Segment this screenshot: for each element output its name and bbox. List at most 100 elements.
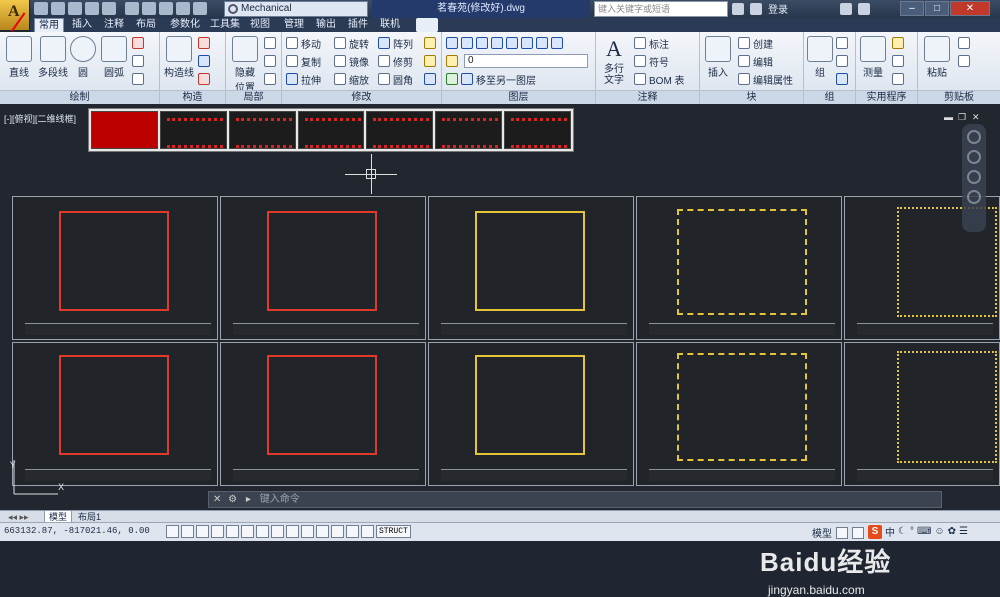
workspace-selector[interactable]: Mechanical [224, 1, 368, 17]
layer-light-icon[interactable] [446, 54, 458, 68]
construct-offset-tool[interactable] [198, 54, 210, 68]
dyn-toggle[interactable] [301, 525, 314, 538]
copy-button[interactable]: 复制 [286, 54, 321, 69]
tab-online[interactable]: 联机 [376, 18, 404, 32]
close-command-icon[interactable]: ✕ [209, 494, 225, 505]
viewport-minimize[interactable]: ▬ [944, 112, 954, 122]
create-block-button[interactable]: 创建 [738, 36, 773, 51]
redo-icon[interactable] [159, 2, 173, 15]
exchange-icon[interactable] [840, 2, 852, 15]
panel-label-construct[interactable]: 构造 [160, 90, 225, 104]
viewport-restore[interactable]: ❐ [958, 112, 968, 122]
symbol-button[interactable]: 符号 [634, 54, 669, 69]
recent-commands-icon[interactable]: ▸ [246, 494, 251, 505]
utility-tool-2[interactable] [892, 54, 904, 68]
tab-toolsets[interactable]: 工具集 [206, 18, 244, 32]
ime-keyboard-icon[interactable]: ⌨ [917, 526, 931, 537]
otrack-toggle[interactable] [271, 525, 284, 538]
panel-label-modify[interactable]: 修改 [282, 90, 441, 104]
layer-lock-icon[interactable] [521, 37, 533, 49]
group-edit-button[interactable] [836, 54, 848, 68]
xline-button[interactable]: 构造线 [164, 36, 194, 79]
search-input[interactable]: 键入关键字或短语 [594, 1, 728, 17]
tab-parametric[interactable]: 参数化 [166, 18, 204, 32]
tab-layout[interactable]: 布局 [132, 18, 160, 32]
stretch-button[interactable]: 拉伸 [286, 72, 321, 87]
command-line[interactable]: ✕ ⚙ ▸ 键入命令 [208, 491, 942, 508]
layer-previous-icon[interactable] [551, 37, 563, 49]
selection-cycling-toggle[interactable] [361, 525, 374, 538]
layer-freeze-icon[interactable] [506, 37, 518, 49]
move-button[interactable]: 移动 [286, 36, 321, 51]
ime-user-icon[interactable]: ☺ [934, 526, 944, 537]
panel-label-detail[interactable]: 局部 [226, 90, 281, 104]
panel-label-clipboard[interactable]: 剪贴板 [918, 90, 1000, 104]
model-space-button[interactable]: 模型 [812, 525, 832, 540]
tab-insert[interactable]: 插入 [68, 18, 96, 32]
wrench-icon[interactable]: ⚙ [228, 494, 237, 505]
maximize-button[interactable]: □ [925, 1, 949, 16]
orbit-icon[interactable] [967, 190, 981, 204]
drawing-canvas[interactable]: [-][俯视][二维线框] ▬ ❐ ✕ Y X ✕ ⚙ ▸ 键入命令 Baidu… [0, 104, 1000, 597]
tab-home[interactable]: 常用 [34, 18, 64, 32]
tab-view[interactable]: 视图 [246, 18, 274, 32]
snap-toggle[interactable] [181, 525, 194, 538]
dimension-button[interactable]: 标注 [634, 36, 669, 51]
panel-label-utilities[interactable]: 实用程序 [856, 90, 917, 104]
bom-button[interactable]: BOM 表 [634, 72, 685, 87]
print-icon[interactable] [125, 2, 139, 15]
circle-button[interactable]: 圆 [70, 36, 96, 79]
construct-point-tool[interactable] [198, 36, 210, 50]
steering-wheel-icon[interactable] [967, 130, 981, 144]
tab-plugins[interactable]: 插件 [344, 18, 372, 32]
navigation-bar[interactable] [962, 124, 986, 232]
measure-button[interactable]: 测量 [858, 36, 888, 79]
array-button[interactable]: 阵列 [378, 36, 413, 51]
new-icon[interactable] [34, 2, 48, 15]
trim-button[interactable]: 修剪 [378, 54, 413, 69]
open-icon[interactable] [51, 2, 65, 15]
infer-constraints-toggle[interactable] [166, 525, 179, 538]
plot-icon[interactable] [102, 2, 116, 15]
utility-tool-3[interactable] [892, 72, 904, 86]
arc-button[interactable]: 圆弧 [100, 36, 128, 79]
3d-osnap-toggle[interactable] [256, 525, 269, 538]
hatch-tool[interactable] [132, 54, 144, 68]
polyline-button[interactable]: 多段线 [36, 36, 70, 79]
construct-center-tool[interactable] [198, 72, 210, 86]
paste-button[interactable]: 粘贴 [922, 36, 952, 79]
detail-tool-3[interactable] [264, 72, 276, 86]
save-icon[interactable] [68, 2, 82, 15]
panel-label-group[interactable]: 组 [804, 90, 855, 104]
utility-tool-1[interactable] [892, 36, 904, 50]
save-as-icon[interactable] [85, 2, 99, 15]
login-button[interactable]: 登录 [768, 1, 788, 16]
detail-tool-1[interactable] [264, 36, 276, 50]
user-icon[interactable] [750, 2, 762, 15]
quick-properties-toggle[interactable] [346, 525, 359, 538]
sogou-ime-icon[interactable]: S [868, 524, 882, 539]
ungroup-button[interactable] [836, 36, 848, 50]
ducs-toggle[interactable] [286, 525, 299, 538]
layer-state-icon[interactable] [461, 37, 473, 49]
close-button[interactable]: ✕ [950, 1, 990, 16]
viewport-controls-label[interactable]: [-][俯视][二维线框] [4, 112, 76, 125]
match-icon[interactable] [176, 2, 190, 15]
rotate-button[interactable]: 旋转 [334, 36, 369, 51]
tab-annotate[interactable]: 注释 [100, 18, 128, 32]
struct-toggle[interactable]: STRUCT [376, 525, 411, 538]
viewport-close[interactable]: ✕ [972, 112, 982, 122]
group-select-button[interactable] [836, 72, 848, 86]
ortho-toggle[interactable] [211, 525, 224, 538]
ime-language[interactable]: 中 [885, 524, 895, 539]
ime-skin-icon[interactable]: ✿ [948, 526, 956, 537]
layer-isolate-icon[interactable] [476, 37, 488, 49]
insert-button[interactable]: 插入 [704, 36, 732, 79]
pan-icon[interactable] [967, 150, 981, 164]
layer-off-icon[interactable] [491, 37, 503, 49]
zoom-icon[interactable] [967, 170, 981, 184]
rect-tool[interactable] [132, 36, 144, 50]
explode-button[interactable] [424, 54, 436, 68]
quick-access-dropdown-icon[interactable] [193, 2, 207, 15]
grid-toggle[interactable] [196, 525, 209, 538]
